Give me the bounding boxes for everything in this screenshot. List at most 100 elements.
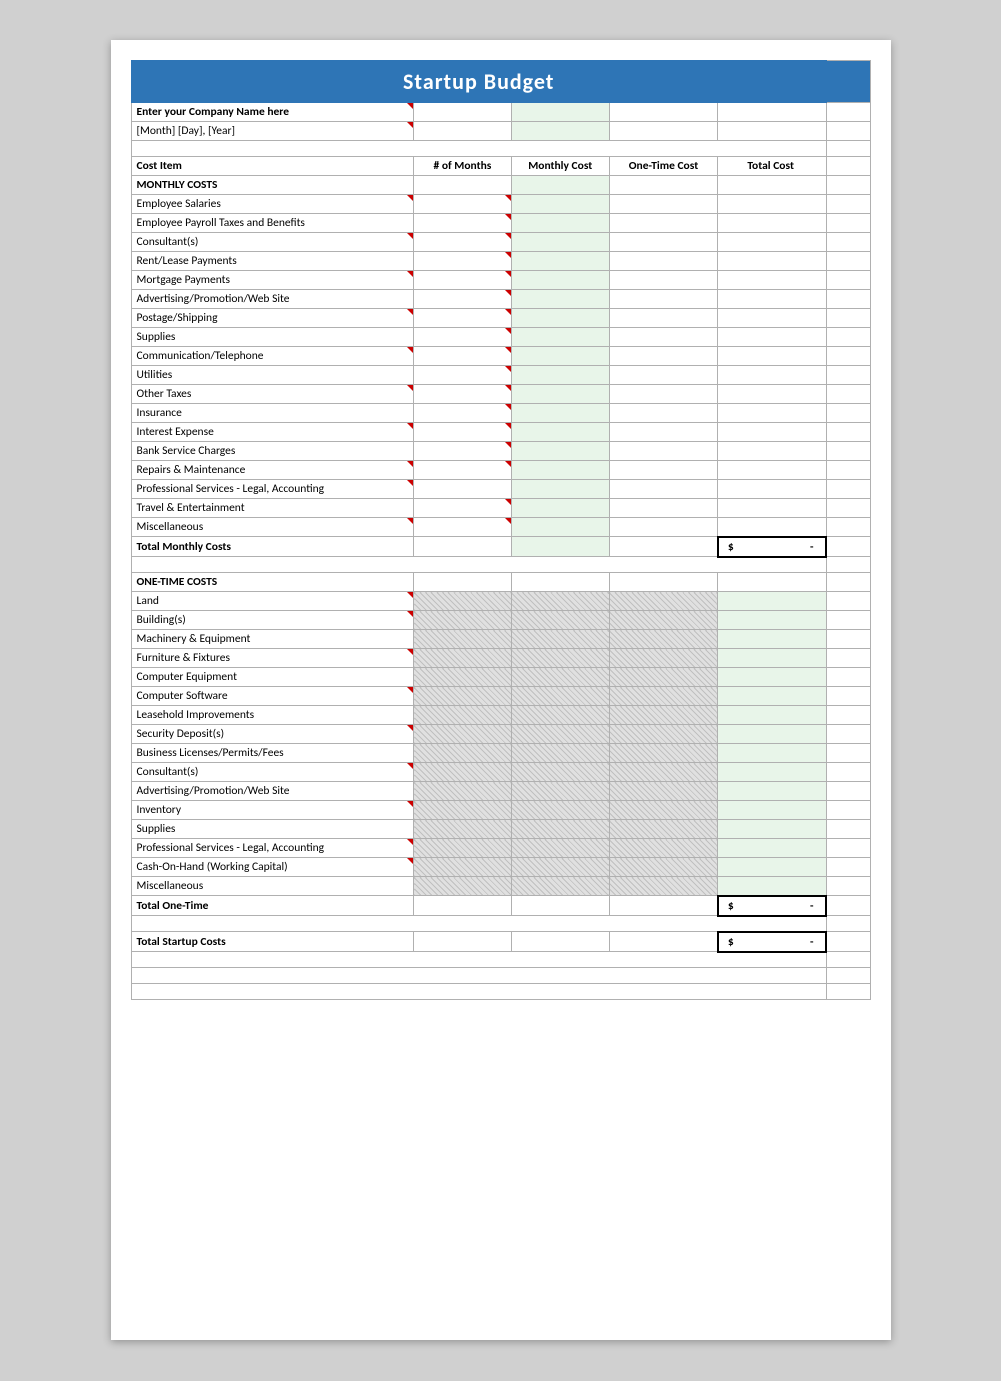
monthly-item-cost-10[interactable] [511, 385, 609, 404]
onetime-item-cost-0[interactable] [511, 592, 609, 611]
onetime-item-onetime-8[interactable] [609, 744, 718, 763]
onetime-item-months-5[interactable] [414, 687, 512, 706]
monthly-item-months-0[interactable] [414, 195, 512, 214]
monthly-item-label-8: Communication/Telephone [131, 347, 414, 366]
onetime-item-onetime-9[interactable] [609, 763, 718, 782]
monthly-item-months-7[interactable] [414, 328, 512, 347]
monthly-item-months-3[interactable] [414, 252, 512, 271]
onetime-item-label-9: Consultant(s) [131, 763, 414, 782]
monthly-item-cost-3[interactable] [511, 252, 609, 271]
monthly-item-months-11[interactable] [414, 404, 512, 423]
company-name-monthly[interactable] [511, 103, 609, 122]
onetime-item-months-4[interactable] [414, 668, 512, 687]
monthly-item-cost-1[interactable] [511, 214, 609, 233]
date-label[interactable]: [Month] [Day], [Year] [131, 122, 414, 141]
onetime-item-cost-7[interactable] [511, 725, 609, 744]
onetime-item-months-6[interactable] [414, 706, 512, 725]
monthly-item-cost-4[interactable] [511, 271, 609, 290]
onetime-item-onetime-13[interactable] [609, 839, 718, 858]
total-monthly-label: Total Monthly Costs [131, 537, 414, 557]
onetime-item-months-15[interactable] [414, 877, 512, 896]
monthly-item-months-17[interactable] [414, 518, 512, 537]
onetime-item-months-8[interactable] [414, 744, 512, 763]
monthly-item-cost-11[interactable] [511, 404, 609, 423]
monthly-item-onetime-14 [609, 461, 718, 480]
onetime-item-cost-8[interactable] [511, 744, 609, 763]
monthly-item-months-2[interactable] [414, 233, 512, 252]
monthly-item-months-1[interactable] [414, 214, 512, 233]
company-name-label[interactable]: Enter your Company Name here [131, 103, 414, 122]
onetime-item-onetime-15[interactable] [609, 877, 718, 896]
onetime-item-months-1[interactable] [414, 611, 512, 630]
onetime-item-months-12[interactable] [414, 820, 512, 839]
monthly-item-months-14[interactable] [414, 461, 512, 480]
onetime-item-cost-2[interactable] [511, 630, 609, 649]
onetime-item-cost-5[interactable] [511, 687, 609, 706]
onetime-item-total-8 [718, 744, 827, 763]
onetime-item-months-0[interactable] [414, 592, 512, 611]
monthly-item-months-8[interactable] [414, 347, 512, 366]
onetime-item-months-3[interactable] [414, 649, 512, 668]
onetime-item-cost-11[interactable] [511, 801, 609, 820]
onetime-item-months-9[interactable] [414, 763, 512, 782]
onetime-item-months-14[interactable] [414, 858, 512, 877]
monthly-item-cost-9[interactable] [511, 366, 609, 385]
onetime-item-onetime-10[interactable] [609, 782, 718, 801]
onetime-item-cost-3[interactable] [511, 649, 609, 668]
monthly-item-cost-14[interactable] [511, 461, 609, 480]
onetime-item-total-4 [718, 668, 827, 687]
monthly-item-cost-5[interactable] [511, 290, 609, 309]
onetime-item-cost-14[interactable] [511, 858, 609, 877]
total-onetime-row: Total One-Time $- [131, 896, 870, 916]
onetime-item-months-13[interactable] [414, 839, 512, 858]
onetime-item-onetime-6[interactable] [609, 706, 718, 725]
monthly-item-cost-13[interactable] [511, 442, 609, 461]
onetime-item-cost-6[interactable] [511, 706, 609, 725]
onetime-item-onetime-0[interactable] [609, 592, 718, 611]
onetime-item-months-11[interactable] [414, 801, 512, 820]
monthly-item-cost-16[interactable] [511, 499, 609, 518]
monthly-item-cost-8[interactable] [511, 347, 609, 366]
onetime-item-cost-15[interactable] [511, 877, 609, 896]
monthly-item-months-16[interactable] [414, 499, 512, 518]
onetime-item-cost-12[interactable] [511, 820, 609, 839]
monthly-item-months-15[interactable] [414, 480, 512, 499]
onetime-item-onetime-5[interactable] [609, 687, 718, 706]
onetime-item-cost-9[interactable] [511, 763, 609, 782]
monthly-item-months-5[interactable] [414, 290, 512, 309]
monthly-item-months-4[interactable] [414, 271, 512, 290]
onetime-item-professional: Professional Services - Legal, Accountin… [131, 839, 870, 858]
onetime-item-cost-4[interactable] [511, 668, 609, 687]
onetime-item-onetime-1[interactable] [609, 611, 718, 630]
onetime-item-onetime-11[interactable] [609, 801, 718, 820]
onetime-item-months-7[interactable] [414, 725, 512, 744]
onetime-item-onetime-3[interactable] [609, 649, 718, 668]
onetime-item-onetime-2[interactable] [609, 630, 718, 649]
monthly-item-cost-12[interactable] [511, 423, 609, 442]
total-onetime-dash: - [810, 899, 814, 913]
monthly-item-months-12[interactable] [414, 423, 512, 442]
monthly-item-cost-2[interactable] [511, 233, 609, 252]
onetime-item-cost-10[interactable] [511, 782, 609, 801]
onetime-item-cost-13[interactable] [511, 839, 609, 858]
onetime-item-total-0 [718, 592, 827, 611]
monthly-item-months-6[interactable] [414, 309, 512, 328]
onetime-item-months-2[interactable] [414, 630, 512, 649]
date-monthly[interactable] [511, 122, 609, 141]
onetime-item-onetime-4[interactable] [609, 668, 718, 687]
onetime-item-onetime-14[interactable] [609, 858, 718, 877]
onetime-item-onetime-12[interactable] [609, 820, 718, 839]
monthly-item-cost-17[interactable] [511, 518, 609, 537]
onetime-item-total-13 [718, 839, 827, 858]
monthly-item-cost-0[interactable] [511, 195, 609, 214]
onetime-item-months-10[interactable] [414, 782, 512, 801]
onetime-item-onetime-7[interactable] [609, 725, 718, 744]
monthly-item-cost-15[interactable] [511, 480, 609, 499]
monthly-item-months-10[interactable] [414, 385, 512, 404]
monthly-item-cost-7[interactable] [511, 328, 609, 347]
monthly-item-months-9[interactable] [414, 366, 512, 385]
monthly-item-cost-6[interactable] [511, 309, 609, 328]
onetime-item-cost-1[interactable] [511, 611, 609, 630]
onetime-item-label-0: Land [131, 592, 414, 611]
monthly-item-months-13[interactable] [414, 442, 512, 461]
